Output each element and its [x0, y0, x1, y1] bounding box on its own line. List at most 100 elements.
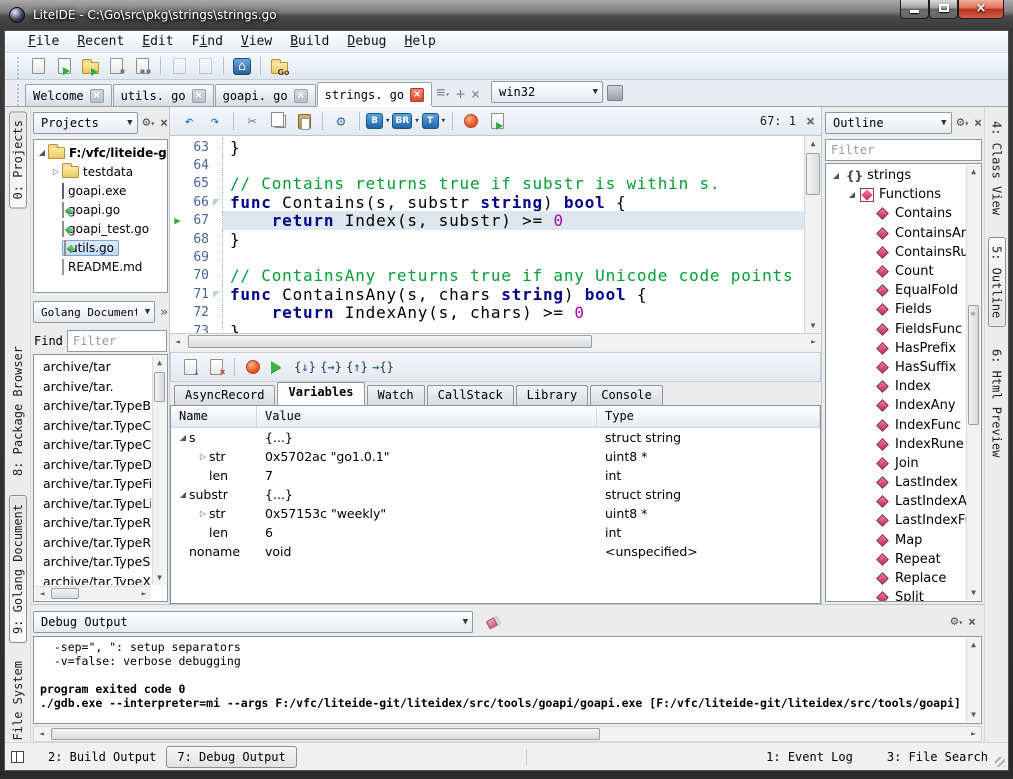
outline-function-replace[interactable]: Replace — [828, 569, 966, 588]
variable-row[interactable]: ◢substr{...}struct string — [171, 485, 820, 504]
close-icon[interactable]: × — [974, 117, 982, 130]
import-gopath-icon[interactable] — [167, 55, 191, 78]
output-selector-combo[interactable]: Debug Output ▼ — [33, 611, 473, 633]
tree-expander-icon[interactable]: ▷ — [50, 167, 62, 176]
doc-list-item[interactable]: archive/tar.TypeFifo — [36, 474, 151, 494]
line-number[interactable]: 70 — [185, 268, 212, 283]
dock-tab-5-outline[interactable]: 5: Outline — [988, 237, 1006, 327]
target-options-button[interactable] — [607, 85, 623, 101]
status-3-file-search[interactable]: 3: File Search — [877, 747, 998, 767]
line-number[interactable]: 64 — [185, 158, 212, 173]
tree-expander-icon[interactable]: ◢ — [177, 433, 189, 442]
line-number[interactable]: 63 — [185, 140, 212, 155]
tab-strings-go[interactable]: strings. go× — [317, 82, 432, 106]
status-2-build-output[interactable]: 2: Build Output — [38, 747, 166, 767]
overflow-chevron-icon[interactable]: » — [160, 306, 168, 319]
outline-group-functions[interactable]: ◢Functions — [828, 185, 966, 204]
tree-expander-icon[interactable]: ◢ — [177, 490, 189, 499]
status-1-event-log[interactable]: 1: Event Log — [756, 747, 863, 767]
column-header-name[interactable]: Name — [171, 406, 257, 427]
project-tree[interactable]: ◢F:/vfc/liteide-git▷testdatagoapi.exegoa… — [33, 139, 168, 293]
gear-icon[interactable]: ⚙▾ — [951, 615, 964, 629]
outline-function-indexany[interactable]: IndexAny — [828, 396, 966, 415]
variable-row[interactable]: nonamevoid<unspecified> — [171, 542, 820, 561]
close-icon[interactable]: × — [192, 89, 206, 103]
menu-find[interactable]: Find — [183, 32, 232, 51]
tab-welcome[interactable]: Welcome× — [25, 84, 112, 106]
outline-root[interactable]: ◢{}strings — [828, 166, 966, 185]
start-debug-icon[interactable]: ↓ — [178, 356, 202, 379]
document-panel-combo[interactable]: Golang Document ▼ — [33, 301, 155, 323]
menu-view[interactable]: View — [232, 32, 281, 51]
tree-expander-icon[interactable]: ◢ — [830, 171, 842, 180]
doc-list-item[interactable]: archive/tar.TypeSymlink — [36, 552, 151, 572]
close-icon[interactable]: × — [410, 88, 424, 102]
outline-function-index[interactable]: Index — [828, 377, 966, 396]
menu-build[interactable]: Build — [281, 32, 338, 51]
outline-function-repeat[interactable]: Repeat — [828, 550, 966, 569]
tab-utils-go[interactable]: utils. go× — [113, 84, 214, 106]
outline-function-hasprefix[interactable]: HasPrefix — [828, 339, 966, 358]
dock-tab-file-system[interactable]: File System — [10, 653, 26, 742]
tab-goapi-go[interactable]: goapi. go× — [215, 84, 316, 106]
build-menu-button[interactable]: B▾ — [366, 110, 390, 133]
toggle-panels-icon[interactable] — [11, 751, 24, 763]
line-number[interactable]: 71 — [185, 287, 212, 302]
fold-marker-icon[interactable] — [212, 285, 223, 303]
add-tab-icon[interactable]: + — [456, 87, 465, 102]
doc-list-item[interactable]: archive/tar. — [36, 377, 151, 397]
variable-row[interactable]: len6int — [171, 523, 820, 542]
tree-item-utils-go[interactable]: utils.go — [34, 238, 167, 257]
line-number[interactable]: 66 — [185, 195, 212, 210]
output-vscrollbar[interactable]: ▲ ▼ — [966, 638, 980, 722]
go-env-icon[interactable]: Go — [267, 55, 291, 78]
build-run-menu-button[interactable]: BR▾ — [392, 110, 419, 133]
undo-icon[interactable]: ↶ — [177, 110, 201, 133]
variable-row[interactable]: ▷str0x57153c "weekly"uint8 * — [171, 504, 820, 523]
outline-function-count[interactable]: Count — [828, 262, 966, 281]
variable-row[interactable]: ▷str0x5702ac "go1.0.1"uint8 * — [171, 447, 820, 466]
column-header-type[interactable]: Type — [597, 406, 820, 427]
code-line[interactable]: 73} — [170, 322, 804, 333]
doc-list-item[interactable]: archive/tar.TypeReg — [36, 513, 151, 533]
editor-vscrollbar[interactable]: ▲ ▼ — [804, 136, 821, 333]
outline-vscrollbar[interactable]: ▲ ≡ ▼ — [966, 165, 980, 600]
line-number[interactable]: 68 — [185, 232, 212, 247]
output-hscrollbar[interactable]: ◄ ► — [33, 726, 982, 742]
tree-item-goapi-test-go[interactable]: goapi_test.go — [34, 219, 167, 238]
outline-function-fieldsfunc[interactable]: FieldsFunc — [828, 320, 966, 339]
step-out-icon[interactable]: {↑} — [345, 356, 369, 379]
outline-function-indexrune[interactable]: IndexRune — [828, 435, 966, 454]
copy-icon[interactable] — [266, 110, 290, 133]
dock-tab-8-package-browser[interactable]: 8: Package Browser — [10, 338, 26, 484]
doc-list-hscrollbar[interactable]: ◄ ► — [35, 586, 151, 600]
breakpoint-icon[interactable] — [241, 356, 265, 379]
doc-list-item[interactable]: archive/tar.TypeLink — [36, 494, 151, 514]
outline-function-lastindex[interactable]: LastIndex — [828, 473, 966, 492]
menu-debug[interactable]: Debug — [338, 32, 395, 51]
code-line[interactable]: 70// ContainsAny returns true if any Uni… — [170, 267, 804, 285]
open-file-icon[interactable] — [52, 55, 76, 78]
line-number[interactable]: 65 — [185, 176, 212, 191]
editor-hscrollbar[interactable]: ◄ ► — [170, 333, 821, 349]
variable-row[interactable]: len7int — [171, 466, 820, 485]
tree-item-goapi-exe[interactable]: goapi.exe — [34, 181, 167, 200]
tree-expander-icon[interactable]: ▷ — [197, 509, 209, 518]
outline-function-containsany[interactable]: ContainsAny — [828, 224, 966, 243]
outline-function-lastindexany[interactable]: LastIndexAny — [828, 492, 966, 511]
code-editor[interactable]: 63} 64 65// Contains returns true if subst… — [170, 136, 821, 333]
tree-expander-icon[interactable]: ▷ — [197, 452, 209, 461]
code-line[interactable]: 64 — [170, 156, 804, 174]
doc-filter-input[interactable] — [67, 330, 167, 352]
gear-icon[interactable]: ⚙▾ — [957, 116, 970, 130]
code-line[interactable]: 63} — [170, 138, 804, 156]
settings-gear-icon[interactable]: ⚙ — [329, 110, 353, 133]
redo-icon[interactable]: ↷ — [203, 110, 227, 133]
menu-edit[interactable]: Edit — [133, 32, 182, 51]
menu-file[interactable]: File — [19, 32, 68, 51]
save-all-icon[interactable]: ▪▪ — [130, 55, 154, 78]
doc-list-item[interactable]: archive/tar — [36, 357, 151, 377]
resize-grip[interactable] — [995, 757, 1005, 767]
status-7-debug-output[interactable]: 7: Debug Output — [166, 746, 296, 768]
code-line[interactable]: 65// Contains returns true if substr is … — [170, 175, 804, 193]
